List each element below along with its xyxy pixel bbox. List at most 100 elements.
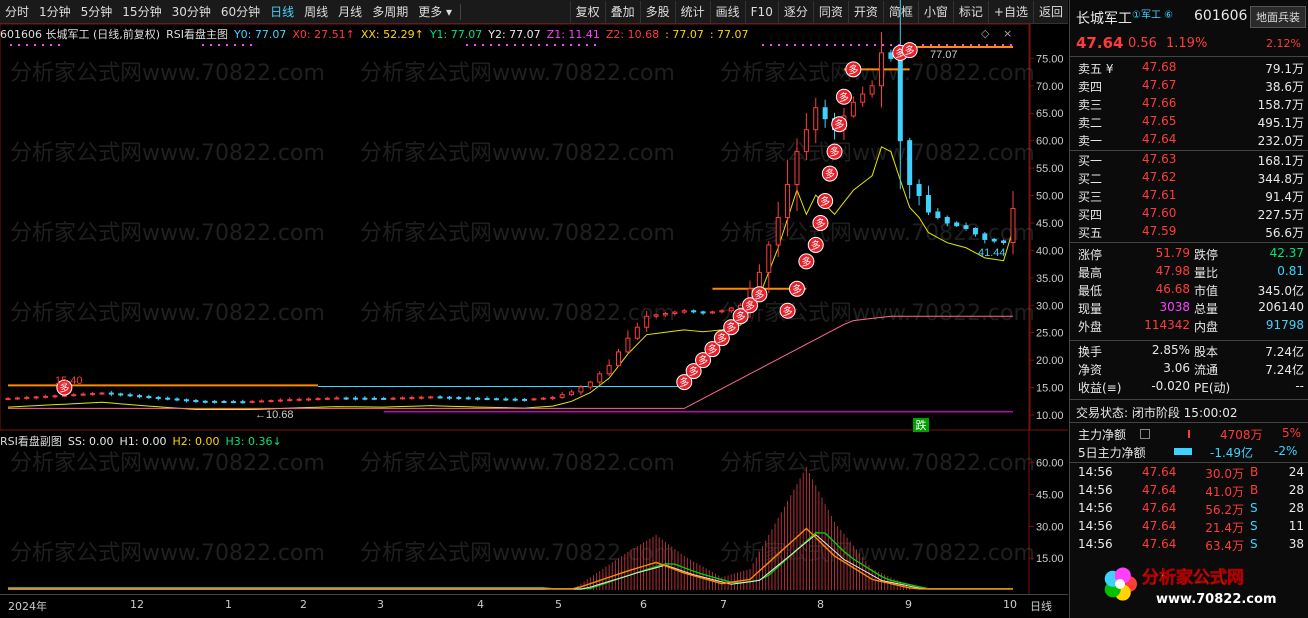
tick-direction: B [1250,465,1259,479]
signal-dot [474,44,476,46]
bid-price: 47.61 [1142,188,1177,202]
ask-price: 47.66 [1142,96,1177,110]
current-price: 47.64 [1076,34,1124,52]
watermark-text: 分析家公式网www.70822.com [360,451,675,476]
signal-dot [770,44,772,46]
divider [1070,340,1308,341]
candle-body [399,397,405,400]
ytick-label: 40.00 [1036,245,1064,257]
candle-body [493,398,499,401]
xx-value: XX: 52.29↑ [360,27,424,41]
annotation-high: 77.07 [930,49,958,61]
signal-dot [202,44,204,46]
watermark-text: 分析家公式网www.70822.com [720,61,1035,86]
ask-price: 47.68 [1142,60,1177,74]
five-day-net-value: -1.49亿 [1210,446,1254,460]
ask-label: 卖四 [1078,80,1103,94]
candle-body [437,396,443,399]
candle-body [249,400,255,403]
signal-dot [850,44,852,46]
signal-dot [218,44,220,46]
tick-price: 47.64 [1142,465,1177,479]
bid-label: 买四 [1078,208,1103,222]
ask-price: 47.64 [1142,132,1177,146]
indicator-name[interactable]: RSI看盘主图 [166,26,228,42]
candle-body [71,394,77,397]
h3-value: H3: 0.36↓ [225,434,282,448]
sub-indicator-name[interactable]: RSI看盘副图 [0,433,62,449]
candle-body [869,85,875,95]
five-day-net-label: 5日主力净额 [1078,446,1146,460]
stat-value: 7.24亿 [1265,345,1304,359]
candle-body [944,216,950,224]
tick-direction: B [1250,483,1259,497]
tick-volume: 56.2万 [1205,503,1244,517]
date-label: 6 [640,598,647,611]
candle-body [43,395,49,398]
stat-value: 3.06 [1163,361,1190,375]
annotation-low: ←10.68 [255,409,294,421]
candle-body [512,398,518,401]
signal-dot [506,44,508,46]
candle-body [569,391,575,396]
candle-body [625,337,631,353]
ytick-label: 35.00 [1036,273,1064,285]
candle-body [353,397,359,400]
candle-body [136,395,142,398]
price-change-pct: 1.19% [1166,36,1208,51]
divider [1070,462,1308,463]
candle-body [296,398,302,401]
candle-body [268,400,274,403]
candle-body [897,57,903,142]
sector-button[interactable]: 地面兵装 [1250,6,1306,28]
candle-body [935,211,941,218]
bid-label: 买二 [1078,172,1103,186]
candle-body [606,365,612,375]
date-label: 4 [477,598,484,611]
signal-dot [970,44,972,46]
logo-center [1115,579,1125,589]
signal-badge-text: 多 [839,91,849,104]
watermark-text: 分析家公式网www.70822.com [360,61,675,86]
date-label: 5 [555,598,562,611]
stat-value: -0.020 [1151,379,1190,393]
stock-code: 601606 [1194,8,1248,24]
candle-body [813,107,819,131]
list-icon[interactable] [1140,429,1150,439]
stat-value: 114342 [1144,318,1190,332]
candle-body [484,398,490,401]
candle-body [728,307,734,312]
signal-badge-text: 多 [801,255,811,268]
candle-body [616,351,622,367]
candle-body [127,394,133,397]
bid-price: 47.60 [1142,206,1177,220]
ytick-label: 10.00 [1036,410,1064,422]
price-chart[interactable]: 75.00 70.00 65.00 60.00 55.00 50.00 45.00 40.00… [0,0,1068,618]
stat-value: -- [1295,379,1304,393]
z3-value: : 77.07 [665,27,704,41]
candle-body [5,398,11,401]
ytick-label: 25.00 [1036,328,1064,340]
candle-body [888,52,894,59]
watermark-text: 分析家公式网www.70822.com [720,141,1035,166]
signal-dot [922,44,924,46]
signal-dot [778,44,780,46]
watermark-text: 分析家公式网www.70822.com [360,141,675,166]
candle-body [306,398,312,401]
candle-body [691,310,697,313]
signal-dot [538,44,540,46]
date-axis: 2024年 12 1 2 3 4 5 6 7 8 9 10 日线 [0,594,1068,618]
stock-title: 601606 长城军工 (日线,前复权) [0,28,161,41]
candle-body [52,395,58,398]
period-label[interactable]: 日线 [1030,598,1052,614]
sector-change-pct: 2.12% [1266,37,1301,50]
bid-volume: 344.8万 [1257,172,1304,186]
sub-ytick-label: 45.00 [1036,490,1064,502]
watermark-text: 分析家公式网www.70822.com [10,221,325,246]
tick-volume: 21.4万 [1205,521,1244,535]
candle-body [850,101,856,117]
candle-body [118,393,124,396]
candle-body [681,310,687,313]
ytick-label: 15.00 [1036,383,1064,395]
tick-time: 14:56 [1078,501,1113,515]
